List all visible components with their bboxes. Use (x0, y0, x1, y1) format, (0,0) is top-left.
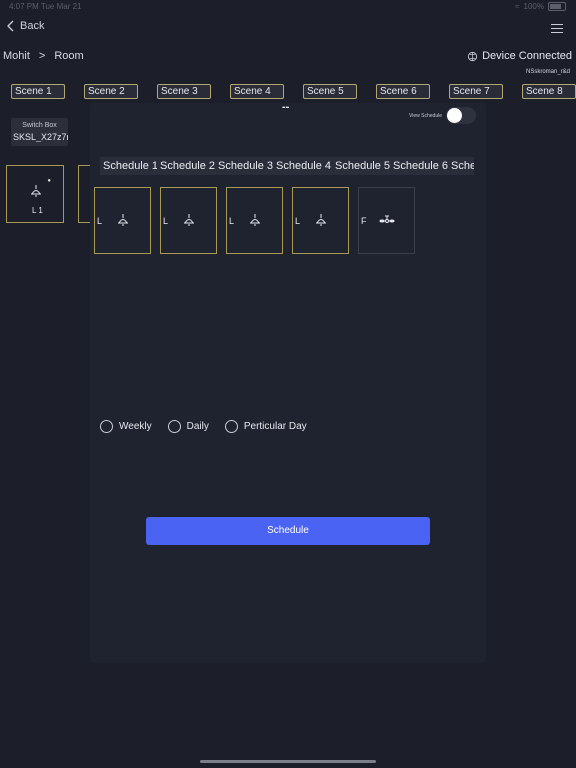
device-light-2[interactable]: L (160, 187, 217, 254)
fan-icon (379, 215, 395, 223)
menu-icon[interactable] (551, 24, 563, 36)
breadcrumb-room: Room (54, 50, 84, 62)
schedule-modal: -- View Schedule Schedule 1 Schedule 2 S… (90, 101, 486, 663)
tab-schedule[interactable]: Schedule 2 (157, 157, 219, 175)
device-light-1[interactable]: L (94, 187, 151, 254)
switch-box-card[interactable]: Switch Box SKSL_X27z7r (11, 118, 68, 146)
connection-status-text: Device Connected (482, 50, 572, 62)
radio-circle-icon (167, 420, 181, 433)
radio-circle-icon (100, 420, 113, 433)
device-label: L 1 (32, 206, 43, 215)
device-light-4[interactable]: L (292, 187, 349, 254)
light-icon (316, 214, 326, 226)
scene-button[interactable]: Scene 8 (522, 84, 576, 99)
schedule-button[interactable]: Schedule (146, 517, 430, 545)
tab-schedule[interactable]: Schedule 1 (100, 157, 162, 175)
link-icon (468, 51, 478, 61)
view-schedule-toggle[interactable] (446, 107, 476, 124)
radio-particular-day[interactable]: Perticular Day (224, 420, 307, 433)
battery-icon (548, 2, 566, 11)
device-fan-1[interactable]: F (358, 187, 415, 254)
view-schedule-label: View Schedule (409, 113, 442, 119)
chevron-left-icon (7, 20, 14, 32)
scene-button[interactable]: Scene 5 (303, 84, 357, 99)
schedule-tabs: Schedule 1 Schedule 2 Schedule 3 Schedul… (100, 157, 474, 175)
breadcrumb-separator: > (38, 50, 46, 62)
tab-schedule[interactable]: Schedule 5 (332, 157, 394, 175)
switch-box-id: SKSL_X27z7r (13, 132, 68, 142)
breadcrumb: Mohit > Room (3, 50, 84, 62)
network-name: NSskroman_r&d (525, 69, 570, 75)
tab-schedule[interactable]: Schedule 4 (273, 157, 335, 175)
status-bar: 4:07 PM Tue Mar 21 ≈ 100% (0, 0, 576, 14)
scene-button[interactable]: Scene 2 (84, 84, 138, 99)
battery-percent: 100% (523, 2, 544, 11)
light-icon (250, 214, 260, 226)
scene-button[interactable]: Scene 4 (230, 84, 284, 99)
scene-button[interactable]: Scene 6 (376, 84, 430, 99)
light-icon (118, 214, 128, 226)
status-time: 4:07 PM Tue Mar 21 (9, 2, 82, 11)
back-label: Back (20, 20, 45, 32)
switch-box-title: Switch Box (22, 122, 57, 129)
tab-schedule[interactable]: Schedule 3 (215, 157, 277, 175)
scene-bar: Scene 1 Scene 2 Scene 3 Scene 4 Scene 5 … (0, 84, 576, 102)
repeat-options: Weekly Daily Perticular Day (100, 420, 323, 433)
scene-button[interactable]: Scene 7 (449, 84, 503, 99)
wifi-icon: ≈ (515, 2, 520, 11)
tab-schedule[interactable]: Schedule 6 (390, 157, 452, 175)
back-button[interactable]: Back (6, 20, 44, 32)
connection-status: Device Connected (467, 50, 572, 62)
light-icon (184, 214, 194, 226)
device-tile[interactable]: ● L 1 (6, 165, 64, 223)
tab-schedule[interactable]: Schedule 7 (448, 157, 474, 175)
radio-daily[interactable]: Daily (167, 420, 209, 433)
scene-button[interactable]: Scene 3 (157, 84, 211, 99)
radio-weekly[interactable]: Weekly (100, 420, 152, 433)
device-light-3[interactable]: L (226, 187, 283, 254)
status-indicator-icon: ● (47, 178, 51, 184)
light-icon (31, 185, 41, 197)
home-indicator[interactable] (200, 760, 376, 763)
scene-button[interactable]: Scene 1 (11, 84, 65, 99)
breadcrumb-home[interactable]: Mohit (3, 50, 30, 62)
modal-title: -- (282, 101, 290, 113)
radio-circle-icon (224, 420, 238, 433)
